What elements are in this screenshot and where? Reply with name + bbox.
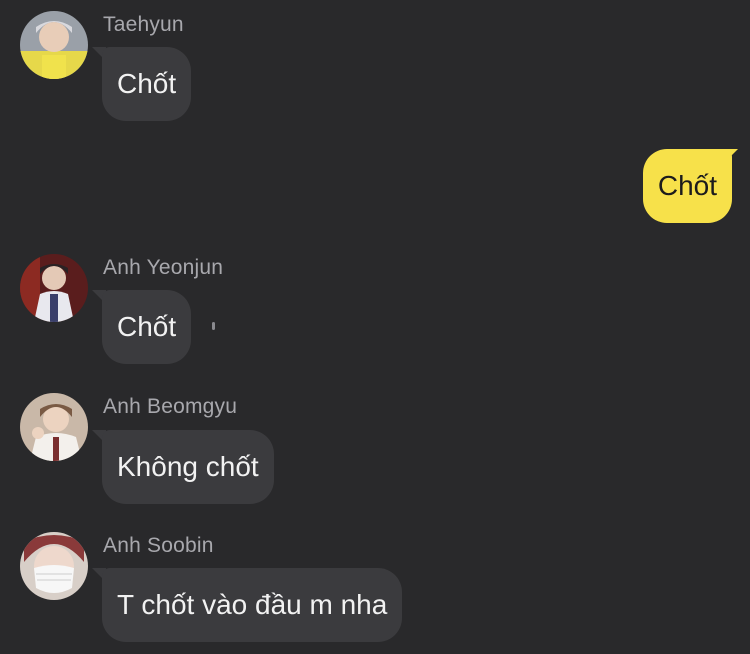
message-bubble[interactable]: Chốt: [102, 47, 192, 121]
avatar-yeonjun[interactable]: [20, 254, 88, 322]
chat-room[interactable]: Taehyun Chốt Chốt Anh Yeonjun Chốt Anh B…: [0, 0, 750, 654]
avatar-taehyun[interactable]: [20, 11, 88, 79]
message-bubble[interactable]: T chốt vào đầu m nha: [102, 568, 403, 642]
message-bubble-outgoing[interactable]: Chốt: [642, 149, 732, 223]
message-bubble[interactable]: Không chốt: [102, 430, 274, 504]
sender-name: Anh Soobin: [103, 534, 214, 557]
message-bubble[interactable]: Chốt: [102, 290, 192, 364]
sender-name: Anh Beomgyu: [103, 395, 238, 418]
avatar-taehyun-icon: [20, 11, 88, 79]
sender-name: Taehyun: [103, 13, 184, 36]
avatar-beomgyu-icon: [20, 393, 88, 461]
avatar-soobin[interactable]: [20, 532, 88, 600]
avatar-beomgyu[interactable]: [20, 393, 88, 461]
avatar-yeonjun-icon: [20, 254, 88, 322]
avatar-soobin-icon: [20, 532, 88, 600]
sender-name: Anh Yeonjun: [103, 256, 224, 279]
read-indicator-mark: [212, 322, 215, 330]
